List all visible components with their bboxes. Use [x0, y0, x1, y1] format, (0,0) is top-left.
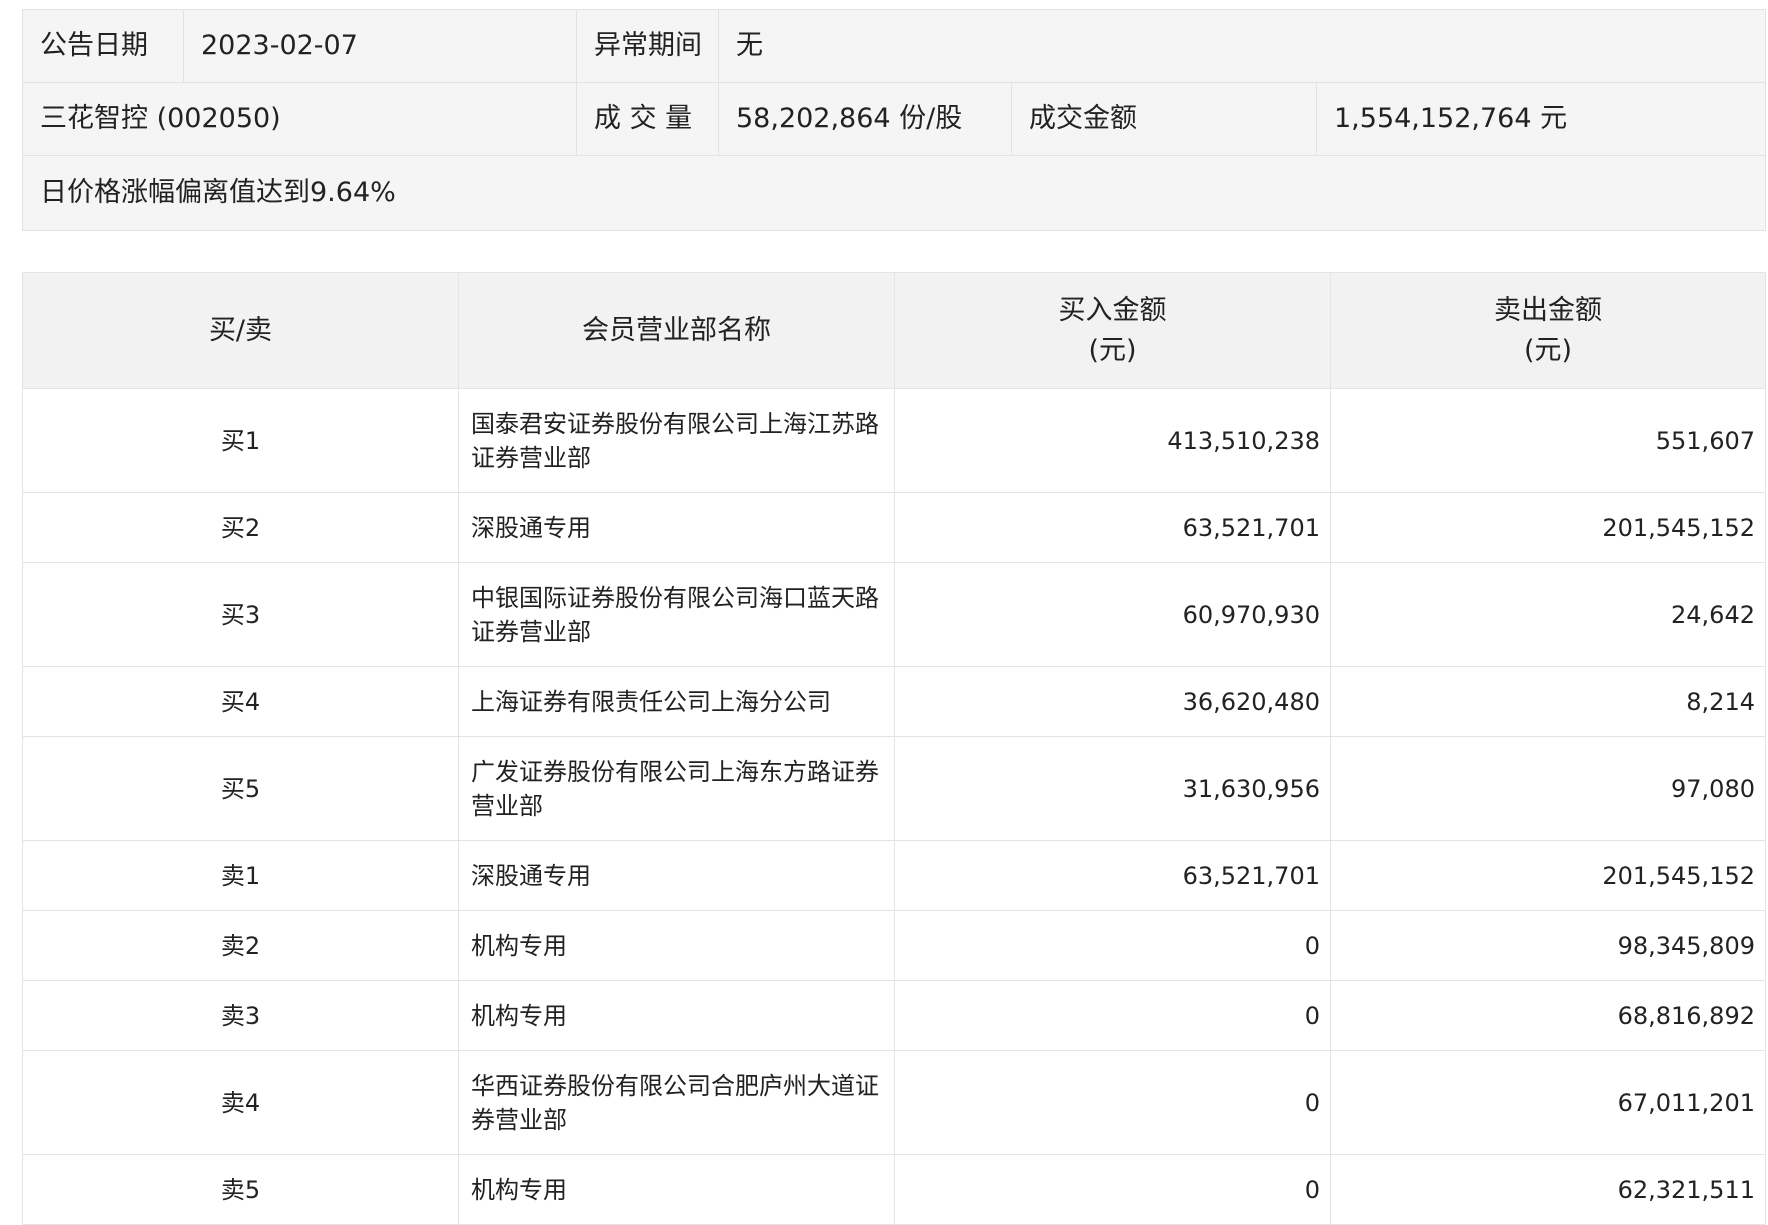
table-row: 卖3 机构专用 0 68,816,892 [22, 980, 1766, 1051]
table-row: 买1 国泰君安证券股份有限公司上海江苏路证券营业部 413,510,238 55… [22, 388, 1766, 493]
row-buy-amount: 63,521,701 [894, 492, 1331, 563]
table-row: 买2 深股通专用 63,521,701 201,545,152 [22, 492, 1766, 563]
row-side: 买4 [22, 666, 459, 737]
table-row: 卖5 机构专用 0 62,321,511 [22, 1154, 1766, 1225]
header-branch-name: 会员营业部名称 [458, 272, 895, 389]
header-buy-amount: 买入金额 (元) [894, 272, 1331, 389]
header-sell-amount-label: 卖出金额 [1494, 294, 1602, 326]
stock-name: 三花智控 (002050) [22, 82, 577, 156]
row-sell-amount: 67,011,201 [1330, 1050, 1766, 1155]
row-buy-amount: 0 [894, 1154, 1331, 1225]
reason-text: 日价格涨幅偏离值达到9.64% [21, 155, 1767, 231]
row-buy-amount: 0 [894, 910, 1331, 981]
header-branch-name-label: 会员营业部名称 [582, 314, 771, 346]
row-branch-name: 国泰君安证券股份有限公司上海江苏路证券营业部 [458, 388, 895, 493]
period-label: 异常期间 [576, 9, 719, 83]
header-side: 买/卖 [22, 272, 459, 389]
header-buy-amount-unit: (元) [1088, 334, 1137, 366]
header-buy-amount-label: 买入金额 [1058, 294, 1167, 326]
row-branch-name: 深股通专用 [458, 492, 895, 563]
row-sell-amount: 98,345,809 [1330, 910, 1766, 981]
page: 公告日期 2023-02-07 异常期间 无 三花智控 (002050) 成 交… [0, 0, 1768, 1225]
table-row: 卖4 华西证券股份有限公司合肥庐州大道证券营业部 0 67,011,201 [22, 1050, 1766, 1155]
row-branch-name: 广发证券股份有限公司上海东方路证券营业部 [458, 736, 895, 841]
row-sell-amount: 24,642 [1330, 562, 1766, 667]
row-sell-amount: 62,321,511 [1330, 1154, 1766, 1225]
table-row: 买3 中银国际证券股份有限公司海口蓝天路证券营业部 60,970,930 24,… [22, 562, 1766, 667]
row-branch-name: 深股通专用 [458, 840, 895, 911]
date-value: 2023-02-07 [183, 9, 577, 83]
table-row: 买4 上海证券有限责任公司上海分公司 36,620,480 8,214 [22, 666, 1766, 737]
table-row: 卖2 机构专用 0 98,345,809 [22, 910, 1766, 981]
row-side: 卖4 [22, 1050, 459, 1155]
amount-value: 1,554,152,764 元 [1315, 82, 1767, 156]
row-side: 卖5 [22, 1154, 459, 1225]
info-row-date: 公告日期 2023-02-07 异常期间 无 [22, 9, 1767, 83]
date-label: 公告日期 [22, 9, 184, 83]
row-buy-amount: 60,970,930 [894, 562, 1331, 667]
table-header-row: 买/卖 会员营业部名称 买入金额 (元) 卖出金额 (元) [22, 272, 1766, 389]
header-side-label: 买/卖 [208, 314, 273, 346]
period-value: 无 [717, 9, 1767, 83]
row-branch-name: 机构专用 [458, 1154, 895, 1225]
row-sell-amount: 201,545,152 [1330, 492, 1766, 563]
header-sell-amount: 卖出金额 (元) [1330, 272, 1766, 389]
row-branch-name: 上海证券有限责任公司上海分公司 [458, 666, 895, 737]
row-buy-amount: 36,620,480 [894, 666, 1331, 737]
row-buy-amount: 63,521,701 [894, 840, 1331, 911]
row-sell-amount: 68,816,892 [1330, 980, 1766, 1051]
row-buy-amount: 0 [894, 1050, 1331, 1155]
row-buy-amount: 413,510,238 [894, 388, 1331, 493]
table-row: 卖1 深股通专用 63,521,701 201,545,152 [22, 840, 1766, 911]
info-row-trade: 三花智控 (002050) 成 交 量 58,202,864 份/股 成交金额 … [22, 82, 1767, 156]
header-sell-amount-unit: (元) [1523, 334, 1573, 366]
row-side: 买1 [22, 388, 459, 493]
row-side: 卖2 [22, 910, 459, 981]
row-buy-amount: 31,630,956 [894, 736, 1331, 841]
row-sell-amount: 97,080 [1330, 736, 1766, 841]
amount-label: 成交金额 [1011, 82, 1317, 156]
stock-info-table: 公告日期 2023-02-07 异常期间 无 三花智控 (002050) 成 交… [21, 9, 1767, 231]
broker-ranking-table: 买/卖 会员营业部名称 买入金额 (元) 卖出金额 (元) 买1 国泰君安证券股… [22, 272, 1766, 1225]
table-row: 买5 广发证券股份有限公司上海东方路证券营业部 31,630,956 97,08… [22, 736, 1766, 841]
row-sell-amount: 8,214 [1330, 666, 1766, 737]
row-sell-amount: 551,607 [1330, 388, 1766, 493]
row-side: 卖3 [22, 980, 459, 1051]
row-side: 卖1 [22, 840, 459, 911]
row-sell-amount: 201,545,152 [1330, 840, 1766, 911]
row-side: 买3 [22, 562, 459, 667]
info-row-reason: 日价格涨幅偏离值达到9.64% [21, 155, 1767, 231]
row-branch-name: 机构专用 [458, 980, 895, 1051]
row-branch-name: 机构专用 [458, 910, 895, 981]
volume-label: 成 交 量 [576, 82, 719, 156]
row-side: 买5 [22, 736, 459, 841]
row-branch-name: 中银国际证券股份有限公司海口蓝天路证券营业部 [458, 562, 895, 667]
row-side: 买2 [22, 492, 459, 563]
row-buy-amount: 0 [894, 980, 1331, 1051]
volume-value: 58,202,864 份/股 [718, 82, 1012, 156]
row-branch-name: 华西证券股份有限公司合肥庐州大道证券营业部 [458, 1050, 895, 1155]
